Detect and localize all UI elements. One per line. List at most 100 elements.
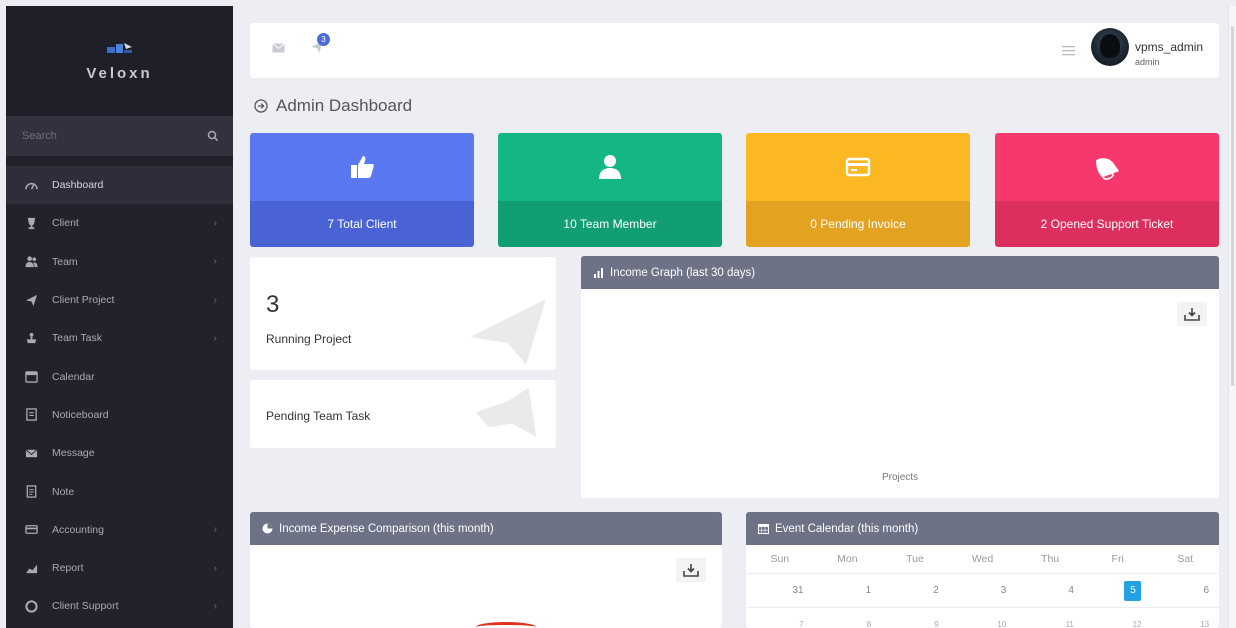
calendar-icon	[758, 524, 769, 534]
sidebar-item-client[interactable]: Client ›	[6, 204, 233, 242]
credit-card-icon	[24, 523, 38, 537]
sidebar-item-label: Report	[52, 562, 84, 575]
calendar-day[interactable]: 12	[1084, 620, 1152, 628]
sidebar-item-label: Client Project	[52, 294, 115, 307]
calendar-day[interactable]: 13	[1151, 620, 1219, 628]
sidebar-search	[6, 116, 233, 156]
pie-chart-edge	[476, 622, 536, 628]
calendar-weekday-label: Mon	[837, 553, 858, 565]
sidebar-item-client-support[interactable]: Client Support ›	[6, 587, 233, 625]
running-project-card[interactable]: 3 Running Project	[250, 257, 556, 370]
calendar-day-number: 4	[1068, 585, 1074, 596]
chevron-right-icon: ›	[213, 332, 217, 344]
stat-card-team-member[interactable]: 10 Team Member	[498, 133, 722, 247]
sidebar-item-client-project[interactable]: Client Project ›	[6, 281, 233, 319]
calendar-day[interactable]: 6	[1151, 585, 1219, 596]
income-expense-header: Income Expense Comparison (this month)	[250, 512, 722, 545]
stat-card-total-client[interactable]: 7 Total Client	[250, 133, 474, 247]
event-calendar-header: Event Calendar (this month)	[746, 512, 1219, 545]
sidebar-item-message[interactable]: Message	[6, 434, 233, 472]
download-icon	[1184, 308, 1200, 321]
calendar-day[interactable]: 9	[881, 620, 949, 628]
calendar-day[interactable]: 2	[881, 585, 949, 596]
calendar-weekday-label: Fri	[1111, 553, 1124, 565]
search-input[interactable]	[22, 130, 172, 142]
area-chart-icon	[24, 561, 38, 575]
paper-plane-icon	[470, 299, 546, 365]
stat-label: 10 Team Member	[498, 201, 722, 247]
bullhorn-icon	[475, 387, 537, 437]
calendar-day[interactable]: 1	[814, 585, 882, 596]
calendar-day[interactable]: 7	[746, 620, 814, 628]
user-role: admin	[1135, 57, 1160, 67]
sidebar-item-label: Team	[52, 255, 78, 268]
sidebar-item-noticeboard[interactable]: Noticeboard	[6, 396, 233, 434]
calendar-day-number: 6	[1203, 585, 1210, 596]
trophy-icon	[24, 216, 38, 230]
page-scrollbar[interactable]	[1228, 6, 1236, 628]
calendar-weekday: Tue	[881, 553, 949, 565]
user-name[interactable]: vpms_admin	[1135, 40, 1203, 54]
credit-card-icon	[845, 157, 871, 177]
calendar-day-number: 1	[865, 585, 872, 596]
calendar-day-number: 12	[1132, 620, 1142, 628]
page-title-text: Admin Dashboard	[276, 96, 413, 115]
sidebar-item-accounting[interactable]: Accounting ›	[6, 511, 233, 549]
sidebar-item-team-task[interactable]: Team Task ›	[6, 319, 233, 357]
download-button[interactable]	[1177, 302, 1207, 326]
calendar-day[interactable]: 8	[814, 620, 882, 628]
sidebar-item-calendar[interactable]: Calendar	[6, 357, 233, 395]
sidebar-item-dashboard[interactable]: Dashboard	[6, 166, 233, 205]
dashboard-icon	[24, 178, 38, 192]
paper-plane-icon	[24, 293, 38, 307]
stat-card-support-ticket[interactable]: 2 Opened Support Ticket	[995, 133, 1219, 247]
pending-team-task-card[interactable]: Pending Team Task	[250, 380, 556, 448]
chevron-right-icon: ›	[213, 562, 217, 574]
calendar-day[interactable]: 3	[949, 585, 1017, 596]
menu-icon[interactable]	[1062, 45, 1075, 56]
chevron-right-icon: ›	[213, 524, 217, 536]
calendar-day[interactable]: 10	[949, 620, 1017, 628]
income-graph-panel: Income Graph (last 30 days) Projects	[581, 256, 1219, 498]
chevron-right-icon: ›	[213, 256, 217, 268]
sidebar-item-label: Calendar	[52, 370, 95, 383]
bar-chart-icon	[594, 268, 603, 278]
top-bar: 3 vpms_admin admin	[250, 23, 1219, 78]
stat-label: 7 Total Client	[250, 201, 474, 247]
user-icon	[599, 155, 621, 179]
sidebar-item-label: Client Support	[52, 600, 119, 613]
sidebar-item-team[interactable]: Team ›	[6, 243, 233, 281]
stat-card-pending-invoice[interactable]: 0 Pending Invoice	[746, 133, 970, 247]
calendar-day[interactable]: 11	[1016, 620, 1084, 628]
stat-label: 0 Pending Invoice	[746, 201, 970, 247]
calendar-day-number: 13	[1200, 620, 1210, 628]
search-icon[interactable]	[207, 130, 219, 142]
running-project-label: Running Project	[266, 332, 352, 346]
brand[interactable]: Veloxn	[6, 6, 233, 116]
calendar-week-row: 7 8 9 10 11 12 13	[746, 607, 1219, 628]
note-icon	[24, 485, 38, 499]
pending-team-task-label: Pending Team Task	[266, 409, 371, 423]
avatar[interactable]	[1091, 28, 1129, 66]
calendar-day[interactable]: 31	[746, 585, 814, 596]
calendar-day[interactable]: 5	[1084, 580, 1152, 601]
income-expense-title: Income Expense Comparison (this month)	[279, 522, 494, 535]
calendar-day-number: 9	[934, 620, 939, 628]
calendar-weekday: Wed	[949, 553, 1017, 565]
download-button[interactable]	[676, 558, 706, 582]
sidebar-item-note[interactable]: Note	[6, 472, 233, 510]
calendar-day-number: 5	[1124, 580, 1142, 601]
thumbs-up-icon	[351, 156, 374, 178]
envelope-icon	[24, 446, 38, 460]
sidebar-item-report[interactable]: Report ›	[6, 549, 233, 587]
chevron-right-icon: ›	[213, 294, 217, 306]
brand-name: Veloxn	[86, 64, 153, 82]
calendar-weekday-row: Sun Mon Tue Wed Thu Fri Sat	[746, 545, 1219, 573]
calendar-day[interactable]: 4	[1016, 585, 1084, 596]
calendar-weekday: Sun	[746, 553, 814, 565]
envelope-icon[interactable]	[272, 43, 285, 53]
event-calendar-title: Event Calendar (this month)	[775, 522, 919, 535]
sidebar-item-label: Note	[52, 485, 75, 498]
calendar-day-number: 2	[933, 585, 939, 596]
calendar-week-row: 31 1 2 3 4 5 6	[746, 573, 1219, 607]
